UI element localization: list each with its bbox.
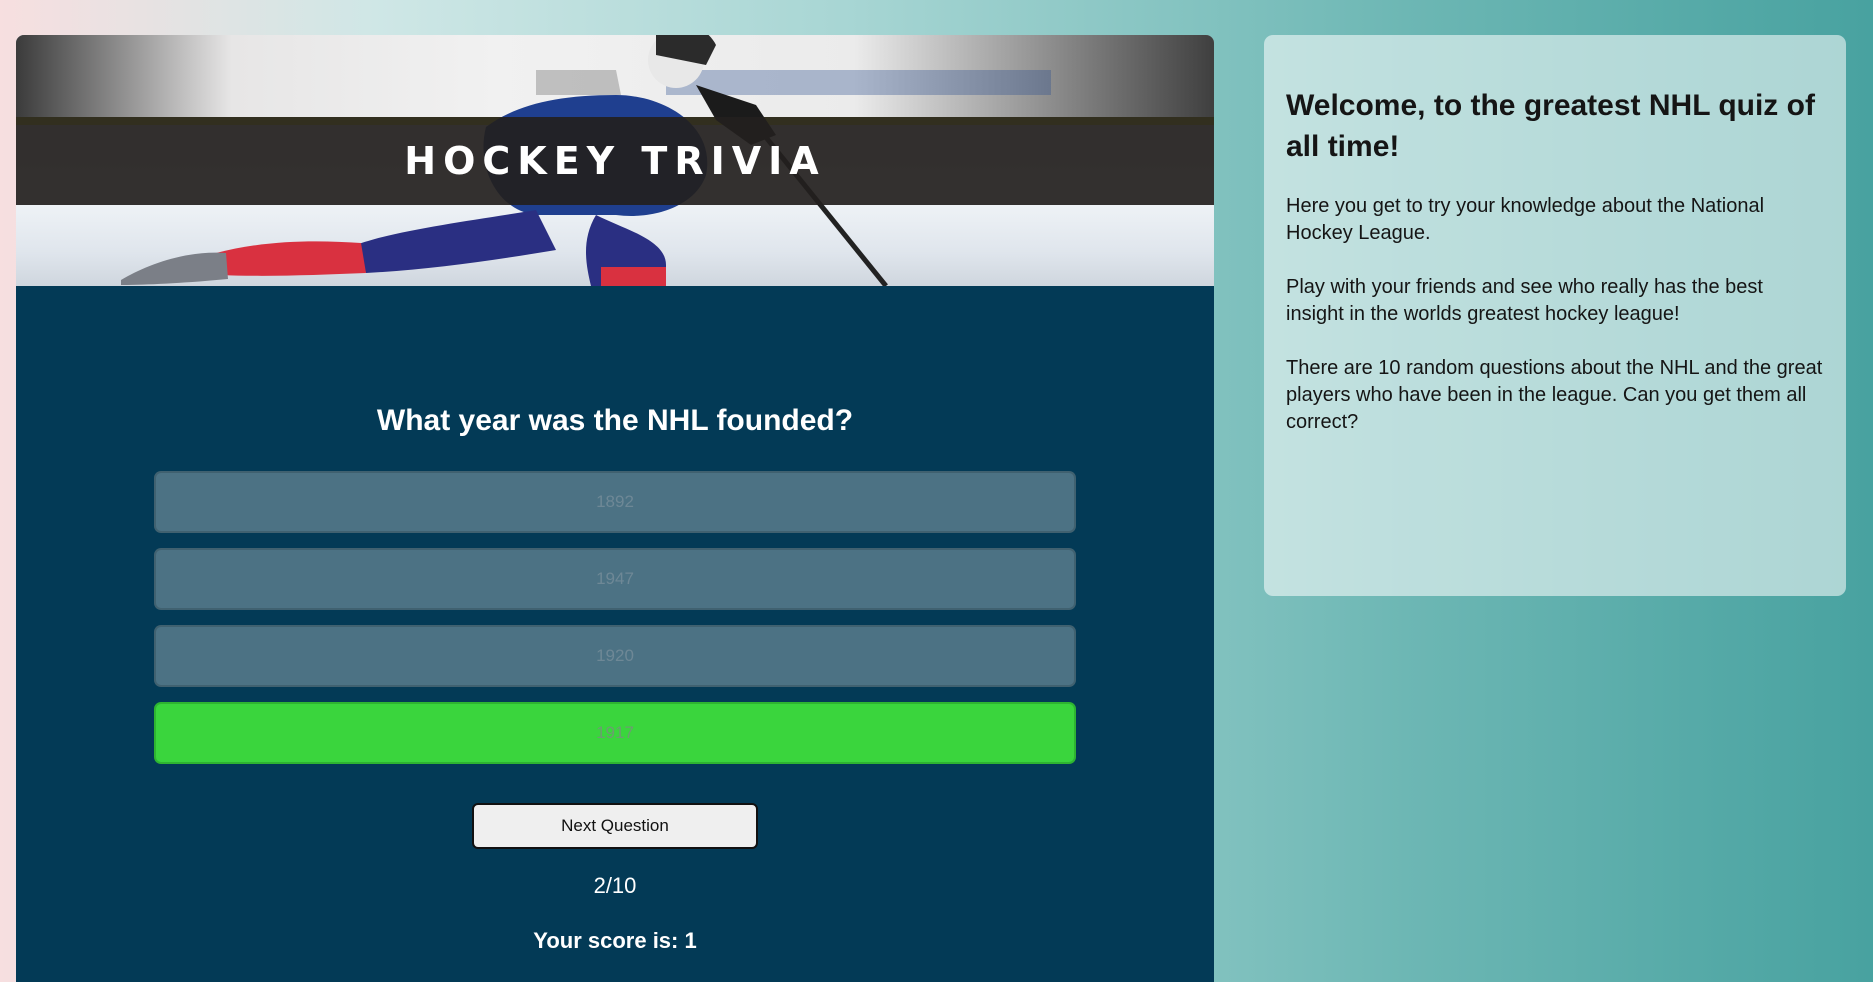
answer-button[interactable]: 1920 — [154, 625, 1076, 687]
info-paragraph: There are 10 random questions about the … — [1286, 357, 1823, 433]
answer-button[interactable]: 1892 — [154, 471, 1076, 533]
info-paragraph: Here you get to try your knowledge about… — [1286, 195, 1765, 244]
answer-button-correct[interactable]: 1917 — [154, 702, 1076, 764]
ice-surface — [16, 205, 1214, 286]
hero-banner: HOCKEY TRIVIA — [16, 35, 1214, 286]
question-progress: 2/10 — [593, 873, 637, 898]
quiz-card: HOCKEY TRIVIA What year was the NHL foun… — [16, 35, 1214, 982]
title-banner: HOCKEY TRIVIA — [16, 117, 1214, 205]
score-text: Your score is: 1 — [533, 928, 697, 953]
next-question-button[interactable]: Next Question — [472, 803, 758, 849]
info-paragraph: Play with your friends and see who reall… — [1286, 276, 1763, 325]
question-text: What year was the NHL founded? — [376, 404, 854, 437]
info-card: Welcome, to the greatest NHL quiz of all… — [1264, 35, 1846, 596]
info-heading: Welcome, to the greatest NHL quiz of all… — [1286, 89, 1815, 163]
answer-button[interactable]: 1947 — [154, 548, 1076, 610]
answer-list: 1892 1947 1920 1917 — [154, 471, 1076, 764]
quiz-body: What year was the NHL founded? 1892 1947… — [16, 286, 1214, 954]
rink-boards — [16, 35, 1214, 117]
page-title: HOCKEY TRIVIA — [404, 139, 826, 183]
